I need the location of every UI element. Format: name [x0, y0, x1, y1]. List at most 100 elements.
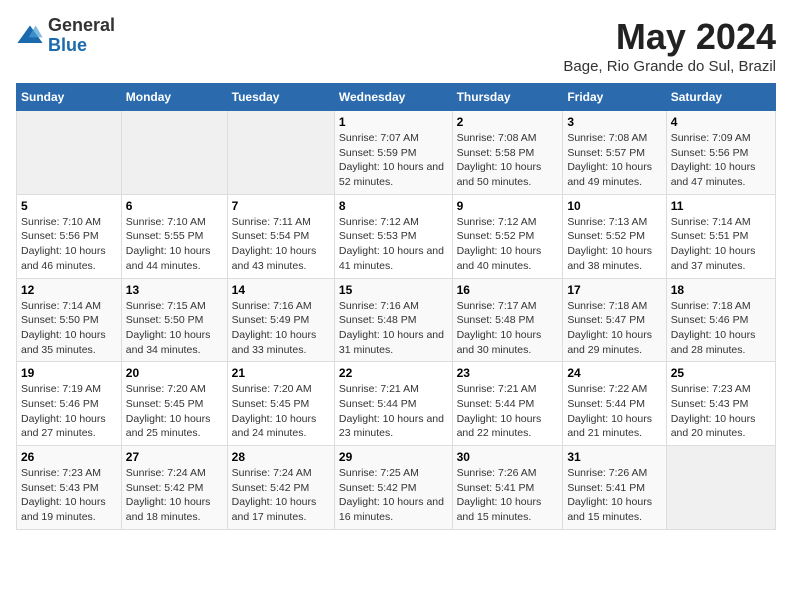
logo-blue: Blue [48, 36, 115, 56]
calendar-cell: 23Sunrise: 7:21 AMSunset: 5:44 PMDayligh… [452, 362, 563, 446]
calendar-cell: 9 Sunrise: 7:12 AMSunset: 5:52 PMDaylight… [452, 194, 563, 278]
day-info: Sunrise: 7:26 AMSunset: 5:41 PMDaylight:… [567, 466, 661, 525]
calendar-cell: 10 Sunrise: 7:13 AMSunset: 5:52 PMDayligh… [563, 194, 666, 278]
calendar-cell [666, 446, 775, 530]
page-header: General Blue May 2024 Bage, Rio Grande d… [16, 16, 776, 75]
day-number: 12 [21, 283, 117, 297]
day-number: 4 [671, 115, 771, 129]
calendar-cell: 28 Sunrise: 7:24 AMSunset: 5:42 PMDayligh… [227, 446, 334, 530]
main-title: May 2024 [563, 16, 776, 58]
calendar-cell: 22 Sunrise: 7:21 AMSunset: 5:44 PMDayligh… [334, 362, 452, 446]
calendar-cell: 16 Sunrise: 7:17 AMSunset: 5:48 PMDayligh… [452, 278, 563, 362]
calendar-cell: 19 Sunrise: 7:19 AMSunset: 5:46 PMDayligh… [17, 362, 122, 446]
day-info: Sunrise: 7:14 AMSunset: 5:50 PMDaylight:… [21, 299, 117, 358]
header-row: SundayMondayTuesdayWednesdayThursdayFrid… [17, 84, 776, 111]
header-sunday: Sunday [17, 84, 122, 111]
calendar-cell: 7Sunrise: 7:11 AMSunset: 5:54 PMDaylight… [227, 194, 334, 278]
logo-text: General Blue [48, 16, 115, 56]
day-info: Sunrise: 7:23 AMSunset: 5:43 PMDaylight:… [21, 466, 117, 525]
day-number: 30 [457, 450, 559, 464]
day-number: 25 [671, 366, 771, 380]
calendar-cell: 31Sunrise: 7:26 AMSunset: 5:41 PMDayligh… [563, 446, 666, 530]
week-row-2: 12 Sunrise: 7:14 AMSunset: 5:50 PMDayligh… [17, 278, 776, 362]
calendar-cell: 15Sunrise: 7:16 AMSunset: 5:48 PMDayligh… [334, 278, 452, 362]
calendar-cell: 30 Sunrise: 7:26 AMSunset: 5:41 PMDayligh… [452, 446, 563, 530]
calendar-cell: 17 Sunrise: 7:18 AMSunset: 5:47 PMDayligh… [563, 278, 666, 362]
calendar-cell: 1Sunrise: 7:07 AMSunset: 5:59 PMDaylight… [334, 111, 452, 195]
header-thursday: Thursday [452, 84, 563, 111]
day-number: 3 [567, 115, 661, 129]
day-number: 5 [21, 199, 117, 213]
day-number: 16 [457, 283, 559, 297]
day-number: 8 [339, 199, 448, 213]
calendar-cell: 21 Sunrise: 7:20 AMSunset: 5:45 PMDayligh… [227, 362, 334, 446]
day-info: Sunrise: 7:15 AMSunset: 5:50 PMDaylight:… [126, 299, 223, 358]
day-info: Sunrise: 7:14 AMSunset: 5:51 PMDaylight:… [671, 215, 771, 274]
header-saturday: Saturday [666, 84, 775, 111]
day-info: Sunrise: 7:18 AMSunset: 5:46 PMDaylight:… [671, 299, 771, 358]
day-info: Sunrise: 7:17 AMSunset: 5:48 PMDaylight:… [457, 299, 559, 358]
day-number: 24 [567, 366, 661, 380]
day-info: Sunrise: 7:08 AMSunset: 5:57 PMDaylight:… [567, 131, 661, 190]
day-info: Sunrise: 7:19 AMSunset: 5:46 PMDaylight:… [21, 382, 117, 441]
calendar-cell: 18 Sunrise: 7:18 AMSunset: 5:46 PMDayligh… [666, 278, 775, 362]
week-row-1: 5 Sunrise: 7:10 AMSunset: 5:56 PMDaylight… [17, 194, 776, 278]
day-number: 1 [339, 115, 448, 129]
day-number: 23 [457, 366, 559, 380]
day-number: 22 [339, 366, 448, 380]
calendar-cell: 6 Sunrise: 7:10 AMSunset: 5:55 PMDaylight… [121, 194, 227, 278]
day-number: 21 [232, 366, 330, 380]
calendar-cell: 29 Sunrise: 7:25 AMSunset: 5:42 PMDayligh… [334, 446, 452, 530]
calendar-cell [227, 111, 334, 195]
day-info: Sunrise: 7:26 AMSunset: 5:41 PMDaylight:… [457, 466, 559, 525]
day-info: Sunrise: 7:20 AMSunset: 5:45 PMDaylight:… [126, 382, 223, 441]
day-number: 19 [21, 366, 117, 380]
calendar-cell: 12 Sunrise: 7:14 AMSunset: 5:50 PMDayligh… [17, 278, 122, 362]
day-number: 28 [232, 450, 330, 464]
logo: General Blue [16, 16, 115, 56]
day-number: 20 [126, 366, 223, 380]
calendar-cell: 27Sunrise: 7:24 AMSunset: 5:42 PMDayligh… [121, 446, 227, 530]
subtitle: Bage, Rio Grande do Sul, Brazil [563, 58, 776, 75]
day-info: Sunrise: 7:18 AMSunset: 5:47 PMDaylight:… [567, 299, 661, 358]
header-tuesday: Tuesday [227, 84, 334, 111]
header-wednesday: Wednesday [334, 84, 452, 111]
title-block: May 2024 Bage, Rio Grande do Sul, Brazil [563, 16, 776, 75]
calendar-cell: 14 Sunrise: 7:16 AMSunset: 5:49 PMDayligh… [227, 278, 334, 362]
day-info: Sunrise: 7:20 AMSunset: 5:45 PMDaylight:… [232, 382, 330, 441]
day-number: 2 [457, 115, 559, 129]
logo-general: General [48, 16, 115, 36]
calendar-cell: 24Sunrise: 7:22 AMSunset: 5:44 PMDayligh… [563, 362, 666, 446]
week-row-0: 1Sunrise: 7:07 AMSunset: 5:59 PMDaylight… [17, 111, 776, 195]
calendar-cell: 26Sunrise: 7:23 AMSunset: 5:43 PMDayligh… [17, 446, 122, 530]
day-info: Sunrise: 7:23 AMSunset: 5:43 PMDaylight:… [671, 382, 771, 441]
day-number: 14 [232, 283, 330, 297]
calendar-cell [121, 111, 227, 195]
day-info: Sunrise: 7:13 AMSunset: 5:52 PMDaylight:… [567, 215, 661, 274]
day-info: Sunrise: 7:25 AMSunset: 5:42 PMDaylight:… [339, 466, 448, 525]
calendar-cell: 11 Sunrise: 7:14 AMSunset: 5:51 PMDayligh… [666, 194, 775, 278]
day-number: 29 [339, 450, 448, 464]
day-info: Sunrise: 7:24 AMSunset: 5:42 PMDaylight:… [126, 466, 223, 525]
day-info: Sunrise: 7:10 AMSunset: 5:56 PMDaylight:… [21, 215, 117, 274]
day-number: 6 [126, 199, 223, 213]
calendar-cell: 25 Sunrise: 7:23 AMSunset: 5:43 PMDayligh… [666, 362, 775, 446]
header-friday: Friday [563, 84, 666, 111]
day-info: Sunrise: 7:11 AMSunset: 5:54 PMDaylight:… [232, 215, 330, 274]
day-info: Sunrise: 7:21 AMSunset: 5:44 PMDaylight:… [339, 382, 448, 441]
day-info: Sunrise: 7:16 AMSunset: 5:49 PMDaylight:… [232, 299, 330, 358]
day-info: Sunrise: 7:24 AMSunset: 5:42 PMDaylight:… [232, 466, 330, 525]
day-info: Sunrise: 7:09 AMSunset: 5:56 PMDaylight:… [671, 131, 771, 190]
day-number: 10 [567, 199, 661, 213]
calendar-cell: 3 Sunrise: 7:08 AMSunset: 5:57 PMDaylight… [563, 111, 666, 195]
day-number: 17 [567, 283, 661, 297]
week-row-4: 26Sunrise: 7:23 AMSunset: 5:43 PMDayligh… [17, 446, 776, 530]
day-info: Sunrise: 7:10 AMSunset: 5:55 PMDaylight:… [126, 215, 223, 274]
day-number: 18 [671, 283, 771, 297]
day-number: 15 [339, 283, 448, 297]
day-number: 11 [671, 199, 771, 213]
calendar-cell: 20 Sunrise: 7:20 AMSunset: 5:45 PMDayligh… [121, 362, 227, 446]
day-number: 9 [457, 199, 559, 213]
calendar-cell [17, 111, 122, 195]
day-info: Sunrise: 7:12 AMSunset: 5:52 PMDaylight:… [457, 215, 559, 274]
